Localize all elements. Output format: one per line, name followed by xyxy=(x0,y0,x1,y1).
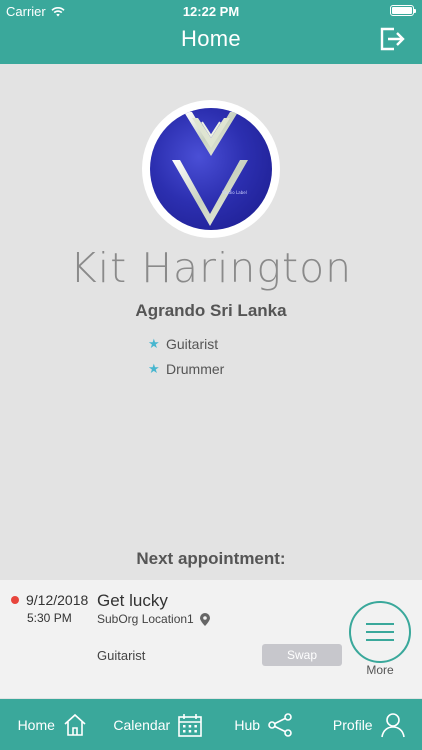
tab-label: Profile xyxy=(332,716,373,733)
menu-icon xyxy=(366,623,394,625)
avatar: Studio Label xyxy=(142,100,280,238)
tab-label: Calendar xyxy=(113,716,171,733)
appointment-role: Guitarist xyxy=(97,648,146,663)
share-icon xyxy=(268,712,292,737)
star-icon: ★ xyxy=(148,335,160,351)
profile-name: Kit Harington xyxy=(69,244,353,292)
next-appointment-heading: Next appointment: xyxy=(136,549,286,568)
battery-icon xyxy=(390,5,416,16)
tab-profile[interactable]: Profile xyxy=(317,699,422,750)
appointment-time: 5:30 PM xyxy=(27,611,72,625)
logo-image: Studio Label xyxy=(150,108,272,230)
status-bar: Carrier 12:22 PM xyxy=(0,0,422,22)
tab-label: Hub xyxy=(234,716,261,733)
location-label: SubOrg Location1 xyxy=(97,612,194,626)
tab-calendar[interactable]: Calendar xyxy=(106,699,212,750)
svg-text:Studio Label: Studio Label xyxy=(222,190,247,195)
page-title: Home xyxy=(181,26,241,51)
tab-hub[interactable]: Hub xyxy=(211,699,317,750)
role-item: ★ Guitarist xyxy=(148,331,224,356)
swap-button[interactable]: Swap xyxy=(262,644,342,666)
home-icon xyxy=(64,713,86,736)
star-icon: ★ xyxy=(148,360,160,376)
tab-label: Home xyxy=(17,716,55,733)
more-button[interactable] xyxy=(349,601,411,663)
appointment-title: Get lucky xyxy=(97,591,168,610)
header: Carrier 12:22 PM Home xyxy=(0,0,422,64)
appointment-location: SubOrg Location1 xyxy=(97,612,210,626)
organization-name: Agrando Sri Lanka xyxy=(135,301,287,320)
tab-bar: Home Calendar Hub Profile xyxy=(0,699,422,750)
role-list: ★ Guitarist ★ Drummer xyxy=(148,331,224,381)
appointment-date: 9/12/2018 xyxy=(26,592,89,608)
more-label: More xyxy=(366,663,394,677)
logout-icon[interactable] xyxy=(378,25,406,53)
role-label: Drummer xyxy=(166,360,225,377)
calendar-icon xyxy=(178,713,202,737)
role-item: ★ Drummer xyxy=(148,356,224,381)
role-label: Guitarist xyxy=(166,335,219,352)
tab-home[interactable]: Home xyxy=(0,699,106,750)
person-icon xyxy=(380,712,405,737)
status-dot xyxy=(11,596,19,604)
location-pin-icon xyxy=(199,612,210,626)
status-time: 12:22 PM xyxy=(182,4,240,19)
